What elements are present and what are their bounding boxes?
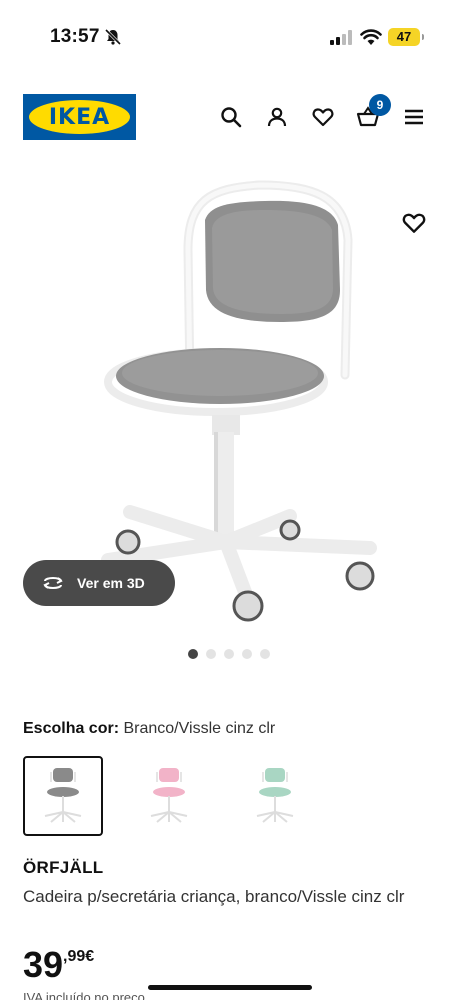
wifi-icon [360,29,382,45]
vat-note: IVA incluído no preço [23,990,145,1000]
color-swatch-green[interactable] [235,756,315,836]
color-label-value: Branco/Vissle cinz clr [123,720,276,737]
carousel-dot[interactable] [260,649,270,659]
color-swatch-grey[interactable] [23,756,103,836]
bell-muted-icon [104,28,122,46]
product-name: ÖRFJÄLL [23,858,104,877]
chair-thumbnail [256,768,294,823]
home-indicator [148,985,312,990]
favorite-heart-icon[interactable] [401,210,427,236]
logo-text: IKEA [48,104,111,130]
heart-icon[interactable] [311,105,335,129]
color-swatch-pink[interactable] [129,756,209,836]
chair-thumbnail [44,768,82,823]
menu-icon[interactable] [402,105,426,129]
view-3d-button[interactable]: Ver em 3D [23,560,175,606]
battery-indicator: 47 [388,28,424,46]
logo-oval: IKEA [29,100,130,134]
header: IKEA 9 [0,88,460,148]
signal-icon [330,30,352,45]
color-swatches [23,756,315,836]
carousel-dot[interactable] [206,649,216,659]
status-bar: 13:57 47 [0,0,460,70]
product-price: 39,99€ [23,944,94,986]
cart-count-badge: 9 [369,94,391,116]
price-decimal: ,99€ [63,948,95,965]
rotate-3d-icon [43,577,63,589]
ikea-logo[interactable]: IKEA [23,94,136,140]
view-3d-label: Ver em 3D [77,575,145,591]
price-integer: 39 [23,944,64,985]
status-time: 13:57 [50,26,100,47]
chair-thumbnail [150,768,188,823]
carousel-dot[interactable] [242,649,252,659]
color-label-title: Escolha cor: [23,720,120,737]
carousel-dots [188,649,270,659]
color-selection-label: Escolha cor: Branco/Vissle cinz clr [23,720,275,738]
carousel-dot[interactable] [224,649,234,659]
carousel-dot[interactable] [188,649,198,659]
search-icon[interactable] [219,105,243,129]
user-icon[interactable] [265,105,289,129]
product-description: Cadeira p/secretária criança, branco/Vis… [23,887,405,906]
